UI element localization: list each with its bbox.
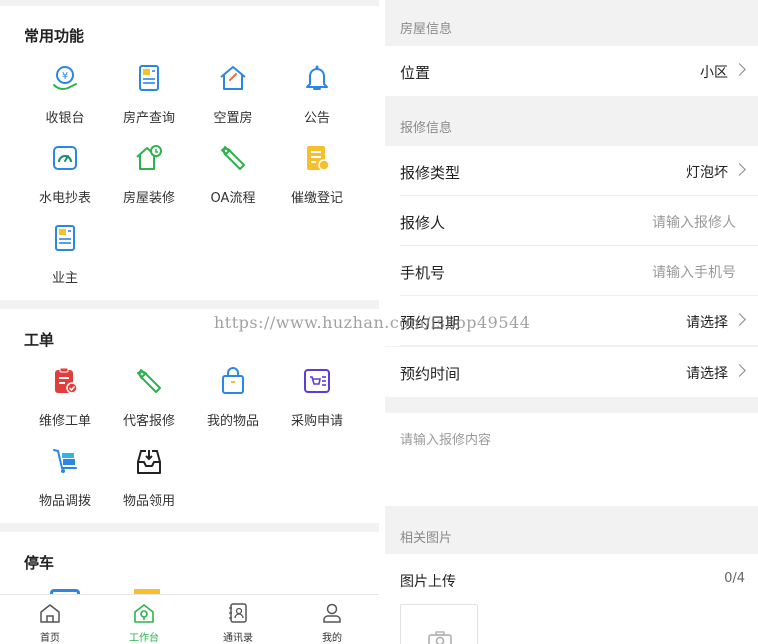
repair-type-value: 灯泡坏	[686, 165, 728, 181]
tile-cashier[interactable]: ¥ 收银台	[20, 63, 110, 135]
time-row[interactable]: 预约时间 请选择	[385, 347, 758, 397]
chevron-right-icon	[733, 163, 746, 176]
tab-label: 首页	[40, 633, 60, 644]
tile-label: 公告	[303, 111, 330, 126]
top-divider	[0, 0, 379, 6]
tile-my-items[interactable]: 我的物品	[188, 366, 278, 438]
chevron-right-icon	[733, 313, 746, 326]
tile-label: 收银台	[45, 111, 85, 126]
date-row[interactable]: 预约日期 请选择	[385, 296, 758, 346]
tab-contacts[interactable]: 通讯录	[191, 595, 285, 644]
time-label: 预约时间	[400, 365, 461, 383]
tile-label: OA流程	[210, 191, 256, 206]
tile-repair-order[interactable]: 维修工单	[20, 366, 110, 438]
tile-label: 采购申请	[290, 414, 343, 429]
upload-count: 0/4	[724, 571, 745, 586]
tile-label: 代客报修	[122, 414, 175, 429]
inbox-icon	[134, 446, 164, 476]
cashier-icon: ¥	[50, 63, 80, 93]
section-title-common: 常用功能	[24, 27, 85, 45]
section-title-parking: 停车	[24, 554, 55, 572]
row-divider	[400, 345, 758, 346]
chevron-right-icon	[733, 63, 746, 76]
tile-item-claim[interactable]: 物品领用	[104, 446, 194, 518]
group-title-repair: 报修信息	[400, 121, 453, 136]
chevron-right-icon	[733, 364, 746, 377]
workbench-icon	[133, 602, 155, 624]
tile-item-transfer[interactable]: 物品调拨	[20, 446, 110, 518]
profile-icon	[321, 602, 343, 624]
repair-type-label: 报修类型	[400, 164, 461, 182]
location-row[interactable]: 位置 小区	[385, 46, 758, 96]
group-title-photos: 相关图片	[400, 531, 453, 546]
reporter-row[interactable]: 报修人 请输入报修人	[385, 196, 758, 246]
owner-document-icon	[50, 223, 80, 253]
section-divider	[0, 523, 379, 532]
tile-label: 水电抄表	[38, 191, 91, 206]
date-label: 预约日期	[400, 314, 461, 332]
tile-label: 维修工单	[38, 414, 91, 429]
time-value: 请选择	[686, 366, 728, 382]
tile-label: 催缴登记	[290, 191, 343, 206]
repair-type-row[interactable]: 报修类型 灯泡坏	[385, 146, 758, 196]
tile-label: 我的物品	[206, 414, 259, 429]
phone-row[interactable]: 手机号 请输入手机号	[385, 246, 758, 296]
tile-collection-register[interactable]: 催缴登记	[272, 143, 362, 215]
section-title-workorder: 工单	[24, 331, 55, 349]
house-icon	[218, 63, 248, 93]
phone-input[interactable]: 请输入手机号	[652, 262, 736, 282]
phone-label: 手机号	[400, 264, 446, 282]
tab-label: 我的	[322, 633, 342, 644]
tile-proxy-repair[interactable]: 代客报修	[104, 366, 194, 438]
workbench-panel: 常用功能 ¥ 收银台 房产查询 空置房 公告 水电抄表 房屋装修 OA流程 催缴…	[0, 0, 379, 644]
tile-purchase-request[interactable]: 采购申请	[272, 366, 362, 438]
photo-upload-row: 图片上传 0/4	[385, 554, 758, 644]
tile-label: 空置房	[213, 111, 253, 126]
cart-list-icon	[302, 366, 332, 396]
date-value: 请选择	[686, 315, 728, 331]
tile-announcement[interactable]: 公告	[272, 63, 362, 135]
location-value: 小区	[700, 65, 728, 81]
tab-workbench[interactable]: 工作台	[97, 595, 191, 644]
camera-icon	[428, 631, 452, 644]
meter-icon	[50, 143, 80, 173]
bottom-tab-bar: 首页 工作台 通讯录 我的	[0, 594, 379, 644]
wrench-icon	[134, 366, 164, 396]
tile-label: 物品调拨	[38, 494, 91, 509]
shopping-bag-icon	[218, 366, 248, 396]
repair-content-textarea[interactable]: 请输入报修内容	[385, 413, 758, 506]
contacts-icon	[227, 602, 249, 624]
bell-icon	[302, 63, 332, 93]
section-divider	[0, 300, 379, 309]
tile-oa-flow[interactable]: OA流程	[188, 143, 278, 215]
document-yen-icon	[134, 63, 164, 93]
home-icon	[39, 602, 61, 624]
reporter-input[interactable]: 请输入报修人	[652, 212, 736, 232]
tab-mine[interactable]: 我的	[285, 595, 379, 644]
upload-image-button[interactable]	[400, 604, 478, 644]
tab-home[interactable]: 首页	[3, 595, 97, 644]
tab-label: 工作台	[129, 633, 159, 644]
tile-owner[interactable]: 业主	[20, 223, 110, 295]
svg-text:¥: ¥	[62, 71, 68, 82]
clipboard-check-icon	[50, 366, 80, 396]
reporter-label: 报修人	[400, 214, 446, 232]
tile-label: 房产查询	[122, 111, 175, 126]
location-label: 位置	[400, 64, 431, 82]
wrench-icon	[218, 143, 248, 173]
group-title-house: 房屋信息	[400, 22, 453, 37]
tile-property-query[interactable]: 房产查询	[104, 63, 194, 135]
tile-meter-reading[interactable]: 水电抄表	[20, 143, 110, 215]
tile-renovation[interactable]: 房屋装修	[104, 143, 194, 215]
tab-label: 通讯录	[223, 633, 253, 644]
tile-vacant-house[interactable]: 空置房	[188, 63, 278, 135]
hand-truck-icon	[50, 446, 80, 476]
register-icon	[302, 143, 332, 173]
tile-label: 物品领用	[122, 494, 175, 509]
tile-label: 房屋装修	[122, 191, 175, 206]
repair-form-panel: 房屋信息 位置 小区 报修信息 报修类型 灯泡坏 报修人 请输入报修人 手机号 …	[385, 0, 758, 644]
upload-label: 图片上传	[400, 574, 456, 590]
house-renovation-icon	[134, 143, 164, 173]
tile-label: 业主	[51, 271, 78, 286]
